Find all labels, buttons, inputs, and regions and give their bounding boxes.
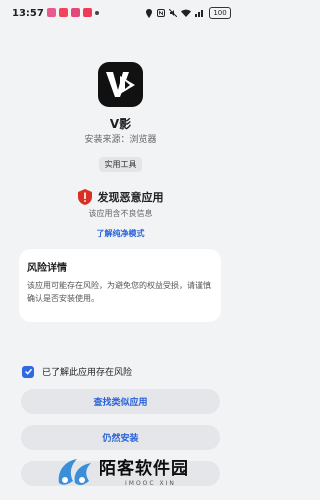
battery-icon: 100 [209,7,231,19]
notification-app-icon [59,8,68,17]
system-icons: 100 [145,7,231,19]
acknowledge-checkbox[interactable] [22,365,34,378]
nfc-icon [157,9,165,17]
risk-details-title: 风险详情 [27,263,67,274]
watermark-subtext: IMOOC XIN [125,480,176,487]
signal-icon [195,10,203,17]
notification-app-icon [47,8,56,17]
watermark: 陌客软件园 IMOOC XIN [55,450,233,498]
shield-warning-icon [77,189,92,205]
learn-pure-mode-link[interactable]: 了解纯净模式 [0,228,241,239]
notification-app-icon [83,8,92,17]
install-anyway-button[interactable]: 仍然安装 [21,425,220,450]
risk-details-card: 风险详情 该应用可能存在风险，为避免您的权益受损，请谨慎确认是否安装使用。 [19,249,221,322]
notification-icons [47,8,99,17]
warning-subtitle: 该应用含不良信息 [88,209,153,218]
watermark-logo [58,459,91,486]
install-source: 安装来源：浏览器 [84,135,157,145]
notification-dot-icon [95,11,99,15]
watermark-text: 陌客软件园 [99,459,189,479]
status-bar: 13:57 100 [0,0,241,28]
notification-app-icon [71,8,80,17]
location-icon [146,8,152,18]
risk-details-body: 该应用可能存在风险，为避免您的权益受损，请谨慎确认是否安装使用。 [27,281,211,303]
checkmark-icon [24,368,32,375]
acknowledge-label: 已了解此应用存在风险 [42,368,133,378]
app-icon [98,62,143,107]
wifi-icon [181,9,191,17]
warning-title: 发现恶意应用 [97,191,164,204]
category-tag: 实用工具 [99,157,142,172]
warning-header: 发现恶意应用 [0,189,241,205]
app-name: V影 [109,117,132,131]
status-time: 13:57 [12,8,44,19]
mute-icon [169,9,177,17]
acknowledge-row[interactable]: 已了解此应用存在风险 [22,365,132,378]
find-similar-button[interactable]: 查找类似应用 [21,389,220,414]
